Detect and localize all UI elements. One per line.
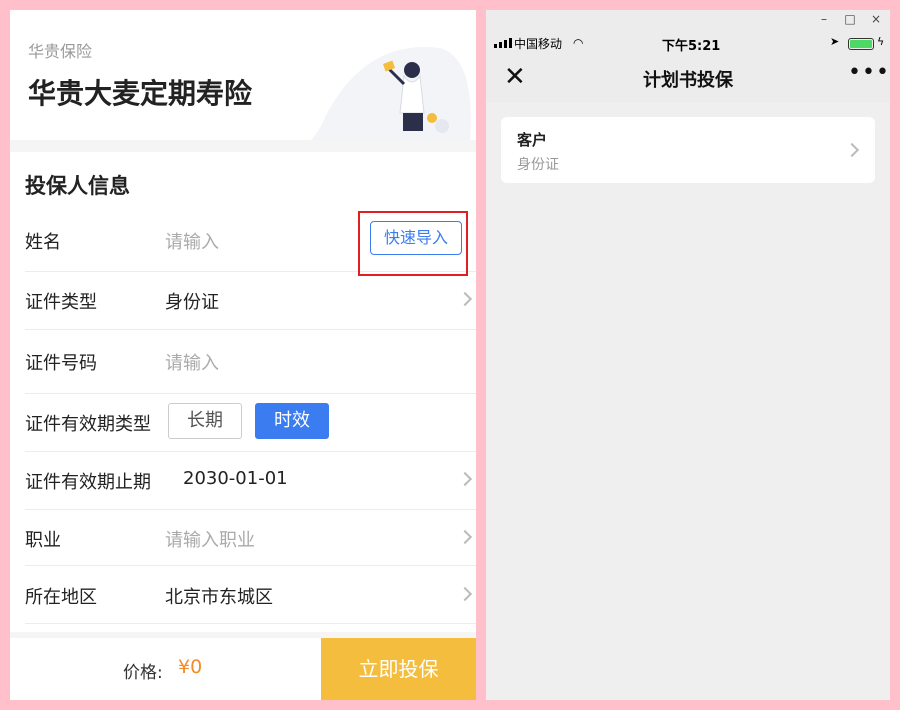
battery-icon (848, 38, 874, 50)
nav-bar: ✕ 计划书投保 ••• (486, 54, 890, 102)
charging-icon: ϟ (877, 35, 885, 48)
chevron-right-icon (457, 586, 473, 602)
chevron-right-icon (457, 529, 473, 545)
chevron-right-icon (844, 142, 860, 158)
price-value: ¥0 (178, 656, 203, 678)
section-divider (10, 140, 476, 152)
product-title: 华贵大麦定期寿险 (28, 77, 253, 110)
row-region[interactable]: 所在地区 北京市东城区 (25, 566, 476, 624)
id-type-label: 证件类型 (25, 292, 97, 313)
signal-icon (494, 38, 512, 48)
customer-card[interactable]: 客户 身份证 (501, 117, 875, 183)
row-id-type[interactable]: 证件类型 身份证 (25, 272, 476, 330)
chevron-right-icon (457, 471, 473, 487)
row-validity-end[interactable]: 证件有效期止期 2030-01-01 (25, 452, 476, 510)
id-number-input[interactable]: 请输入 (165, 349, 219, 375)
buy-now-button[interactable]: 立即投保 (321, 638, 476, 700)
footer-bar: 价格: ¥0 立即投保 (10, 638, 476, 700)
more-icon[interactable]: ••• (848, 60, 890, 85)
validity-option-longterm[interactable]: 长期 (168, 403, 242, 439)
name-input[interactable]: 请输入 (165, 228, 219, 254)
quick-import-button[interactable]: 快速导入 (370, 221, 462, 255)
wifi-icon: ◠ (573, 36, 584, 50)
name-label: 姓名 (25, 232, 61, 253)
company-name: 华贵保险 (28, 42, 93, 61)
status-time: 下午5:21 (662, 39, 721, 54)
page-title: 计划书投保 (643, 70, 733, 91)
section-title: 投保人信息 (25, 174, 130, 198)
product-header: 华贵保险 华贵大麦定期寿险 (10, 10, 476, 142)
status-bar: 中国移动 ◠ 下午5:21 ➤ ϟ (486, 32, 890, 54)
validity-end-label: 证件有效期止期 (25, 472, 151, 493)
carrier-name: 中国移动 (514, 37, 563, 51)
region-label: 所在地区 (25, 587, 97, 608)
location-icon: ➤ (830, 35, 840, 48)
occupation-input[interactable]: 请输入职业 (165, 526, 255, 552)
plan-insure-panel: – □ × 中国移动 ◠ 下午5:21 ➤ ϟ ✕ 计划书投保 ••• 客户 身… (486, 10, 890, 700)
price-label: 价格: (123, 663, 163, 683)
chevron-right-icon (457, 291, 473, 307)
validity-type-label: 证件有效期类型 (25, 414, 151, 435)
header-illustration (310, 47, 471, 142)
validity-end-value: 2030-01-01 (183, 468, 288, 489)
minimize-icon[interactable]: – (816, 12, 832, 26)
customer-card-subtitle: 身份证 (517, 157, 559, 173)
validity-option-timely[interactable]: 时效 (255, 403, 329, 439)
maximize-icon[interactable]: □ (842, 12, 858, 26)
window-close-icon[interactable]: × (868, 12, 884, 26)
id-number-label: 证件号码 (25, 353, 97, 374)
occupation-label: 职业 (25, 530, 61, 551)
id-type-value: 身份证 (165, 292, 219, 313)
row-validity-type: 证件有效期类型 (25, 394, 476, 452)
row-occupation[interactable]: 职业 请输入职业 (25, 510, 476, 566)
row-id-number: 证件号码 请输入 (25, 330, 476, 394)
insurance-form-panel: 华贵保险 华贵大麦定期寿险 投保人信息 姓名 请输入 快速导入 证件类型 身份证… (10, 10, 476, 700)
region-value: 北京市东城区 (165, 587, 273, 608)
customer-card-title: 客户 (517, 131, 548, 149)
window-titlebar: – □ × (486, 10, 890, 32)
